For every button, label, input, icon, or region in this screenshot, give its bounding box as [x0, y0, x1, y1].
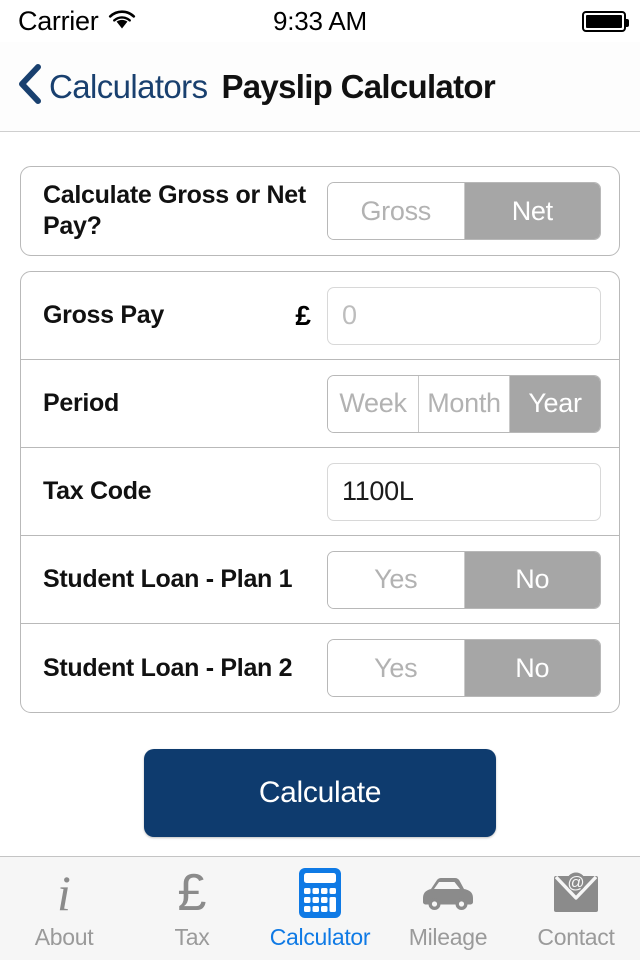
segment-yes[interactable]: Yes [328, 551, 465, 608]
tab-label: About [34, 923, 94, 950]
calculator-icon [295, 867, 345, 919]
card-pay-type: Calculate Gross or Net Pay? Gross Net [20, 166, 620, 256]
chevron-left-icon [16, 63, 42, 110]
status-bar-right [582, 0, 629, 42]
row-label: Period [43, 389, 119, 417]
tab-label: Mileage [408, 923, 488, 950]
row-calculate-gross-or-net: Calculate Gross or Net Pay? Gross Net [21, 167, 619, 255]
segment-gross[interactable]: Gross [328, 183, 465, 239]
row-label: Student Loan - Plan 1 [43, 565, 293, 593]
tab-label: Calculator [269, 923, 371, 950]
page-title: Payslip Calculator [221, 67, 495, 105]
row-label: Student Loan - Plan 2 [43, 653, 293, 682]
segment-month[interactable]: Month [419, 375, 510, 432]
row-student-loan-plan-2: Student Loan - Plan 2 Yes No [21, 624, 619, 712]
battery-full-icon [582, 10, 629, 32]
row-gross-pay: Gross Pay £ 0 [21, 272, 619, 360]
tab-bar: i About £ Tax Calculator Mileage @ Conta… [0, 856, 640, 960]
segmented-student-loan-plan-2[interactable]: Yes No [327, 639, 601, 697]
pound-icon: £ [177, 863, 207, 922]
calculate-button-wrap: Calculate [0, 749, 640, 837]
email-icon: @ [551, 867, 601, 919]
segmented-student-loan-plan-1[interactable]: Yes No [327, 550, 601, 609]
tab-label: Contact [537, 923, 615, 950]
segment-year[interactable]: Year [510, 375, 600, 432]
segment-yes[interactable]: Yes [328, 640, 465, 696]
back-button[interactable]: Calculators [16, 63, 208, 110]
row-label: Tax Code [43, 477, 152, 505]
tab-about[interactable]: i About [0, 857, 128, 960]
segmented-gross-net[interactable]: Gross Net [327, 182, 601, 240]
calculate-button[interactable]: Calculate [144, 749, 496, 837]
status-bar-time: 9:33 AM [273, 5, 367, 36]
tab-label: Tax [174, 923, 210, 950]
segment-net[interactable]: Net [464, 183, 600, 239]
gross-pay-field-wrap: £ 0 [295, 286, 601, 345]
tab-calculator[interactable]: Calculator [256, 857, 384, 960]
form-content: Calculate Gross or Net Pay? Gross Net Gr… [0, 133, 640, 856]
tab-mileage[interactable]: Mileage [384, 857, 512, 960]
row-label: Gross Pay [43, 301, 164, 329]
back-button-label: Calculators [49, 67, 208, 105]
segment-no[interactable]: No [464, 640, 600, 696]
status-bar: Carrier 9:33 AM [0, 0, 640, 42]
car-icon [419, 867, 477, 919]
tax-code-input[interactable]: 1100L [327, 462, 601, 521]
navigation-bar: Calculators Payslip Calculator [0, 42, 640, 132]
row-tax-code: Tax Code 1100L [21, 448, 619, 536]
tab-tax[interactable]: £ Tax [128, 857, 256, 960]
segmented-period[interactable]: Week Month Year [327, 374, 601, 433]
svg-text:@: @ [567, 873, 584, 892]
card-pay-details: Gross Pay £ 0 Period Week Month Year Tax… [20, 271, 620, 713]
row-student-loan-plan-1: Student Loan - Plan 1 Yes No [21, 536, 619, 624]
row-period: Period Week Month Year [21, 360, 619, 448]
info-icon: i [57, 864, 71, 921]
gross-pay-input[interactable]: 0 [327, 286, 601, 345]
pound-symbol: £ [295, 299, 311, 331]
row-label: Calculate Gross or Net Pay? [43, 181, 306, 240]
segment-no[interactable]: No [464, 551, 600, 608]
segment-week[interactable]: Week [328, 375, 419, 432]
tab-contact[interactable]: @ Contact [512, 857, 640, 960]
